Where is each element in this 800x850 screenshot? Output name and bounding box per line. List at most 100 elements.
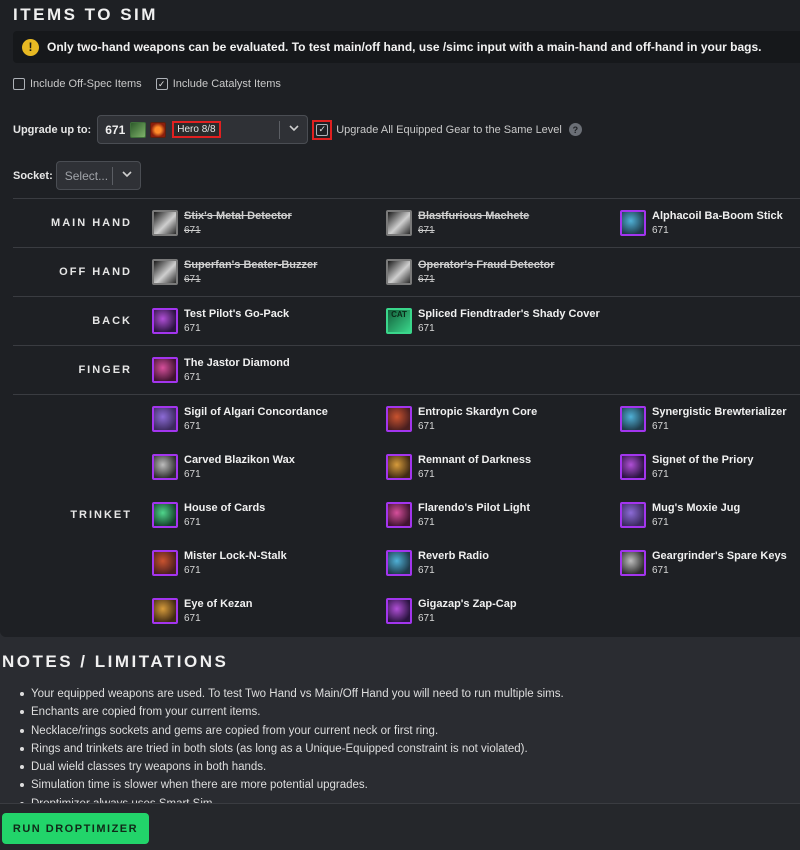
item-icon	[620, 550, 646, 576]
include-catalyst-option[interactable]: ✓ Include Catalyst Items	[155, 78, 281, 90]
item-text: Eye of Kezan 671	[184, 598, 252, 624]
item-text: Flarendo's Pilot Light 671	[418, 502, 530, 528]
upgrade-level-select[interactable]: 671 Hero 8/8	[97, 115, 309, 144]
chevron-down-icon[interactable]	[122, 168, 132, 182]
item-entry[interactable]: Flarendo's Pilot Light 671	[386, 491, 620, 539]
note-item: Enchants are copied from your current it…	[20, 703, 790, 721]
slot-name: OFF HAND	[59, 266, 132, 278]
footer-bar: RUN DROPTIMIZER	[0, 803, 800, 850]
item-name: Carved Blazikon Wax	[184, 454, 295, 466]
item-name: Sigil of Algari Concordance	[184, 406, 328, 418]
item-icon	[386, 502, 412, 528]
item-text: Synergistic Brewterializer 671	[652, 406, 787, 432]
item-entry[interactable]: Stix's Metal Detector 671	[152, 199, 386, 247]
socket-select[interactable]: Select...	[55, 161, 141, 190]
notes-list: Your equipped weapons are used. To test …	[20, 685, 790, 803]
item-entry[interactable]: The Jastor Diamond 671	[152, 346, 386, 394]
item-entry[interactable]: Reverb Radio 671	[386, 539, 620, 587]
item-icon	[152, 502, 178, 528]
item-entry[interactable]: Sigil of Algari Concordance 671	[152, 395, 386, 443]
item-level: 671	[184, 372, 201, 383]
include-catalyst-checkbox[interactable]: ✓	[155, 78, 168, 90]
item-icon	[386, 259, 412, 285]
item-icon	[386, 210, 412, 236]
item-level: 671	[652, 421, 669, 432]
item-entry[interactable]: Superfan's Beater-Buzzer 671	[152, 248, 386, 296]
note-item: Necklace/rings sockets and gems are copi…	[20, 722, 790, 740]
upgrade-all-highlight: ✓	[312, 119, 333, 140]
item-entry[interactable]: Signet of the Priory 671	[620, 443, 800, 491]
item-entry[interactable]: Carved Blazikon Wax 671	[152, 443, 386, 491]
slot-items: Test Pilot's Go-Pack 671 CAT Spliced Fiendt…	[146, 297, 800, 345]
item-name: Signet of the Priory	[652, 454, 754, 466]
include-offspec-option[interactable]: Include Off-Spec Items	[13, 78, 142, 90]
item-entry[interactable]: Entropic Skardyn Core 671	[386, 395, 620, 443]
item-icon	[386, 406, 412, 432]
slot-name: MAIN HAND	[51, 217, 132, 229]
item-entry[interactable]: Synergistic Brewterializer 671	[620, 395, 800, 443]
item-icon	[386, 598, 412, 624]
item-icon	[620, 454, 646, 480]
item-name: Remnant of Darkness	[418, 454, 532, 466]
chevron-down-icon[interactable]	[289, 122, 299, 136]
item-icon	[152, 357, 178, 383]
item-entry[interactable]: Mister Lock-N-Stalk 671	[152, 539, 386, 587]
upgrade-all-checkbox[interactable]: ✓	[316, 123, 329, 136]
upgrade-label: Upgrade up to:	[13, 123, 92, 136]
item-level: 671	[652, 225, 669, 236]
warning-text: Only two-hand weapons can be evaluated. …	[47, 40, 762, 54]
item-entry[interactable]: Gigazap's Zap-Cap 671	[386, 587, 620, 635]
item-text: Entropic Skardyn Core 671	[418, 406, 537, 432]
item-text: Signet of the Priory 671	[652, 454, 753, 480]
include-offspec-checkbox[interactable]	[13, 78, 25, 90]
item-entry[interactable]: Test Pilot's Go-Pack 671	[152, 297, 386, 345]
item-text: Blastfurious Machete 671	[418, 210, 529, 236]
item-name: The Jastor Diamond	[184, 357, 290, 369]
item-icon	[152, 550, 178, 576]
item-entry[interactable]: Blastfurious Machete 671	[386, 199, 620, 247]
item-entry[interactable]: Mug's Moxie Jug 671	[620, 491, 800, 539]
item-text: Superfan's Beater-Buzzer 671	[184, 259, 317, 285]
slot-name: FINGER	[78, 364, 132, 376]
item-name: Superfan's Beater-Buzzer	[184, 259, 318, 271]
run-droptimizer-button[interactable]: RUN DROPTIMIZER	[2, 813, 149, 844]
select-divider	[279, 121, 281, 139]
item-name: Blastfurious Machete	[418, 210, 530, 222]
item-entry[interactable]: Geargrinder's Spare Keys 671	[620, 539, 800, 587]
item-entry[interactable]: Eye of Kezan 671	[152, 587, 386, 635]
item-name: Spliced Fiendtrader's Shady Cover	[418, 308, 600, 320]
item-level: 671	[652, 565, 669, 576]
note-item: Your equipped weapons are used. To test …	[20, 685, 790, 703]
item-entry[interactable]: Remnant of Darkness 671	[386, 443, 620, 491]
items-to-sim-panel: ITEMS TO SIM ! Only two-hand weapons can…	[0, 0, 800, 637]
filter-options: Include Off-Spec Items ✓ Include Catalys…	[13, 78, 281, 90]
warning-icon: !	[22, 38, 39, 56]
help-icon[interactable]: ?	[568, 123, 582, 136]
item-text: Mug's Moxie Jug 671	[652, 502, 740, 528]
item-text: Alphacoil Ba-Boom Stick 671	[652, 210, 783, 236]
item-icon	[620, 210, 646, 236]
item-icon	[152, 406, 178, 432]
slot-row: OFF HAND Superfan's Beater-Buzzer 671 Opera…	[13, 247, 800, 296]
notes-title: NOTES / LIMITATIONS	[2, 652, 229, 671]
item-text: Remnant of Darkness 671	[418, 454, 531, 480]
item-entry[interactable]: Alphacoil Ba-Boom Stick 671	[620, 199, 800, 247]
item-name: Entropic Skardyn Core	[418, 406, 538, 418]
note-item: Simulation time is slower when there are…	[20, 776, 790, 794]
item-level: 671	[418, 565, 435, 576]
item-level: 671	[418, 225, 435, 236]
item-name: Geargrinder's Spare Keys	[652, 550, 787, 562]
item-entry[interactable]: House of Cards 671	[152, 491, 386, 539]
note-item: Rings and trinkets are tried in both slo…	[20, 740, 790, 758]
slot-row: MAIN HAND Stix's Metal Detector 671 Blastfu…	[13, 198, 800, 247]
item-level: 671	[652, 469, 669, 480]
item-level: 671	[418, 274, 435, 285]
item-entry[interactable]: Operator's Fraud Detector 671	[386, 248, 620, 296]
item-slots: MAIN HAND Stix's Metal Detector 671 Blastfu…	[13, 198, 800, 635]
upgrade-all-option[interactable]: ✓ Upgrade All Equipped Gear to the Same …	[312, 119, 582, 140]
item-entry[interactable]: CAT Spliced Fiendtrader's Shady Cover 671	[386, 297, 620, 345]
item-icon: CAT	[386, 308, 412, 334]
item-name: Gigazap's Zap-Cap	[418, 598, 517, 610]
item-text: Sigil of Algari Concordance 671	[184, 406, 328, 432]
upgrade-track-tag: Hero 8/8	[172, 121, 221, 138]
